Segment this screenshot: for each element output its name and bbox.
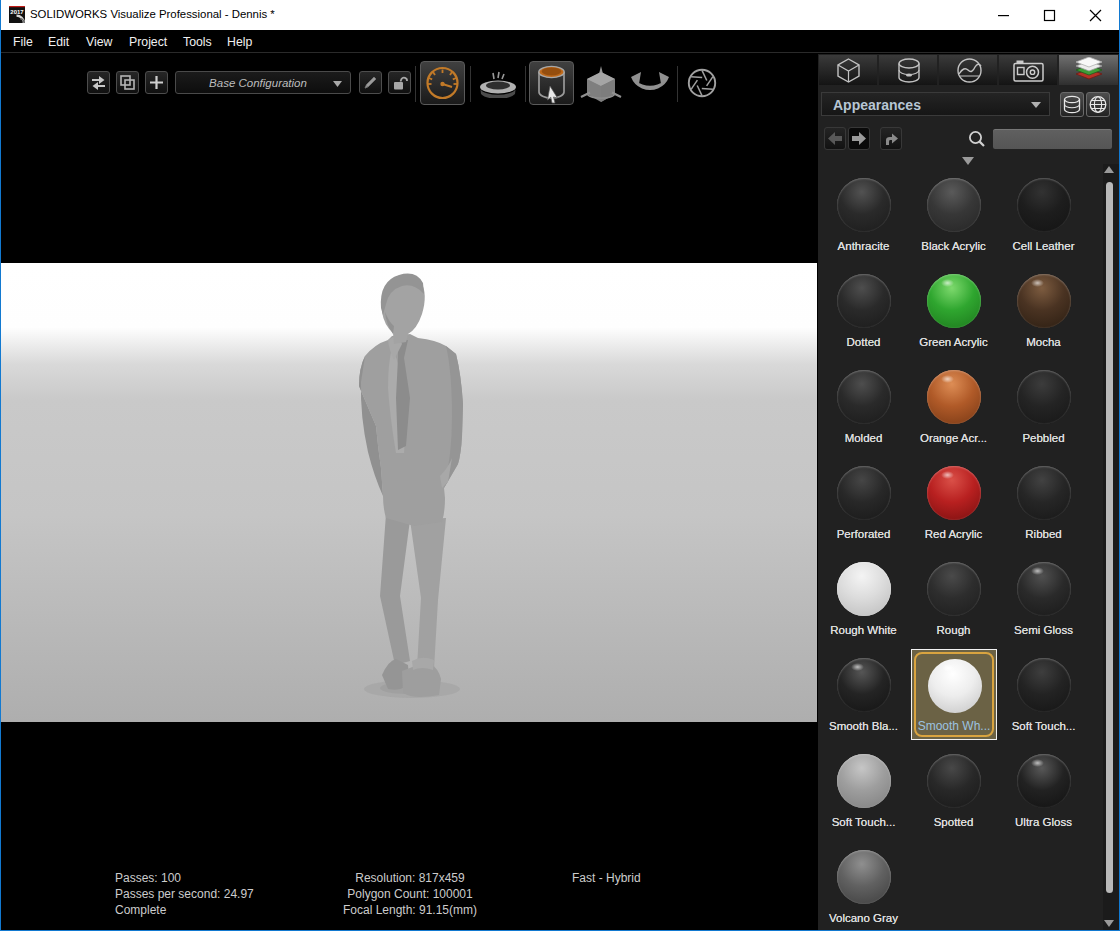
- svg-text:2017: 2017: [10, 9, 24, 15]
